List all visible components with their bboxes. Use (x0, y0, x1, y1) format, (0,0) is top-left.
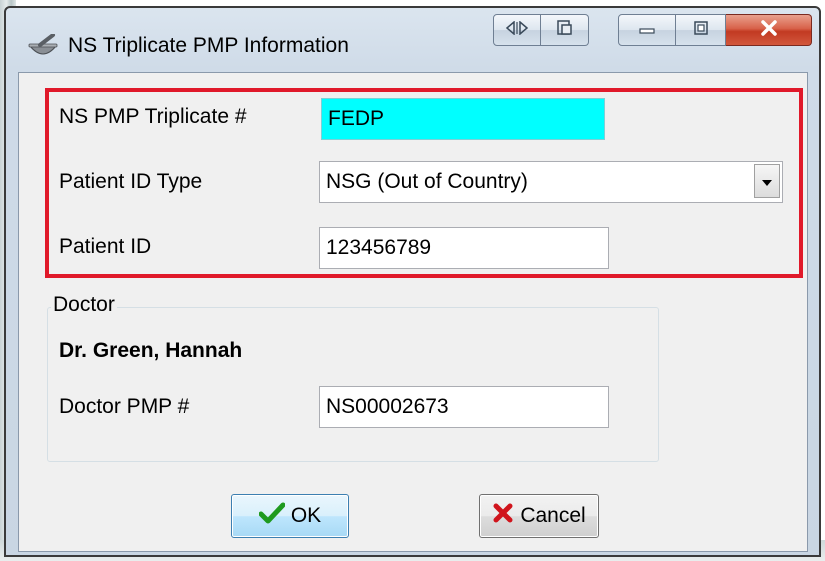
cancel-button-label: Cancel (520, 504, 586, 527)
cancel-button[interactable]: Cancel (479, 494, 599, 538)
minimize-icon (639, 21, 655, 39)
ok-button[interactable]: OK (231, 494, 349, 538)
red-x-icon (492, 502, 514, 530)
patient-id-label: Patient ID (59, 235, 152, 258)
doctor-name: Dr. Green, Hannah (59, 339, 243, 362)
chevron-down-icon (761, 163, 773, 199)
checkmark-icon (258, 502, 286, 530)
window-title: NS Triplicate PMP Information (68, 34, 349, 57)
patient-id-type-value: NSG (Out of Country) (326, 170, 528, 193)
patient-id-type-label: Patient ID Type (59, 170, 203, 193)
doctor-group-label: Doctor (51, 293, 117, 317)
doctor-pmp-input[interactable]: NS00002673 (319, 386, 609, 428)
doctor-groupbox (47, 307, 659, 462)
dialog-window: NS Triplicate PMP Information NS PMP Tri… (4, 6, 821, 557)
maximize-icon (693, 20, 708, 40)
triplicate-label: NS PMP Triplicate # (59, 105, 247, 128)
copy-window-icon (556, 19, 573, 41)
triplicate-input[interactable]: FEDP (321, 98, 605, 140)
dialog-client-area: NS PMP Triplicate # FEDP Patient ID Type… (18, 72, 808, 552)
close-icon (760, 19, 778, 41)
title-extra-button-2[interactable] (541, 14, 589, 46)
title-bar[interactable]: NS Triplicate PMP Information (6, 8, 819, 78)
mortar-pestle-icon (26, 33, 60, 60)
minimize-button[interactable] (618, 14, 676, 46)
patient-id-input[interactable]: 123456789 (319, 227, 609, 269)
maximize-button[interactable] (676, 14, 726, 46)
ok-button-label: OK (290, 504, 322, 527)
title-extra-button-1[interactable] (493, 14, 541, 46)
close-button[interactable] (726, 14, 812, 46)
dropdown-button[interactable] (754, 164, 780, 198)
doctor-pmp-label: Doctor PMP # (59, 395, 190, 418)
patient-id-type-select[interactable]: NSG (Out of Country) (319, 161, 783, 203)
left-right-arrows-icon (505, 19, 529, 40)
